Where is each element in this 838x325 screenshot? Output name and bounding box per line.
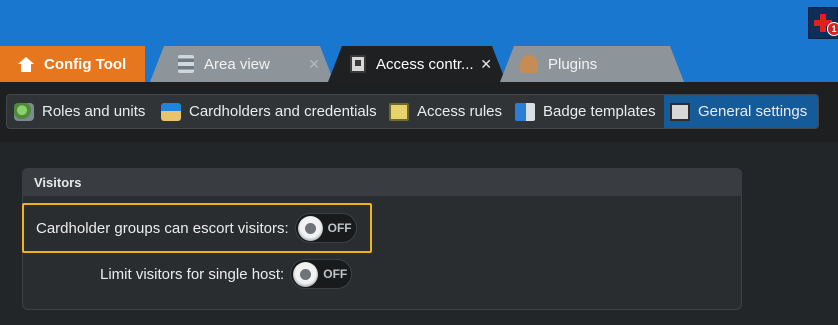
tab-label: Area view: [204, 55, 270, 73]
tab-plugins[interactable]: Plugins: [500, 46, 684, 82]
tab-access-control[interactable]: Access contr... ✕: [328, 46, 506, 82]
subnav-item-label: Cardholders and credentials: [189, 103, 377, 120]
tab-config-tool[interactable]: Config Tool: [0, 46, 145, 82]
toggle-state: OFF: [323, 267, 348, 281]
subnav-item-badge-templates[interactable]: Badge templates: [515, 95, 656, 128]
badge-templates-icon: [515, 102, 535, 121]
notification-count-badge: 1: [827, 22, 838, 36]
access-rules-icon: [389, 102, 409, 121]
subnav-item-label: Badge templates: [543, 103, 656, 120]
subnav-item-roles-units[interactable]: Roles and units: [14, 95, 145, 128]
cardholders-icon: [161, 102, 181, 121]
toggle-state: OFF: [327, 221, 352, 235]
tab-area-view[interactable]: Area view ✕: [150, 46, 334, 82]
roles-units-icon: [14, 102, 34, 121]
tab-label: Access contr...: [376, 55, 474, 73]
close-tab-icon[interactable]: ✕: [308, 56, 320, 73]
tab-label: Config Tool: [44, 55, 127, 73]
toggle-knob: [293, 262, 319, 287]
panel-title: Visitors: [22, 168, 742, 196]
setting-label: Limit visitors for single host:: [100, 265, 285, 283]
subnav-item-label: Access rules: [417, 103, 503, 120]
subnav-item-label: Roles and units: [42, 103, 146, 120]
setting-limit-visitors: Limit visitors for single host: OFF: [100, 259, 353, 289]
subnav-item-access-rules[interactable]: Access rules: [389, 95, 502, 128]
plugins-icon: [520, 55, 538, 73]
tab-label: Plugins: [548, 55, 598, 73]
general-settings-icon: [670, 102, 690, 121]
home-icon: [18, 56, 34, 72]
subnav-item-cardholders[interactable]: Cardholders and credentials: [161, 95, 377, 128]
setting-label: Cardholder groups can escort visitors:: [36, 219, 289, 237]
setting-escort-visitors: Cardholder groups can escort visitors: O…: [22, 203, 372, 253]
close-tab-icon[interactable]: ✕: [480, 56, 492, 73]
limit-visitors-toggle[interactable]: OFF: [290, 259, 353, 289]
area-view-icon: [178, 55, 194, 73]
escort-visitors-toggle[interactable]: OFF: [294, 213, 357, 243]
subnav-item-general-settings[interactable]: General settings: [664, 95, 818, 128]
notification-button[interactable]: 1: [808, 7, 838, 39]
toggle-knob: [297, 216, 323, 241]
subnav-item-label: General settings: [698, 103, 808, 120]
access-control-icon: [350, 55, 366, 73]
